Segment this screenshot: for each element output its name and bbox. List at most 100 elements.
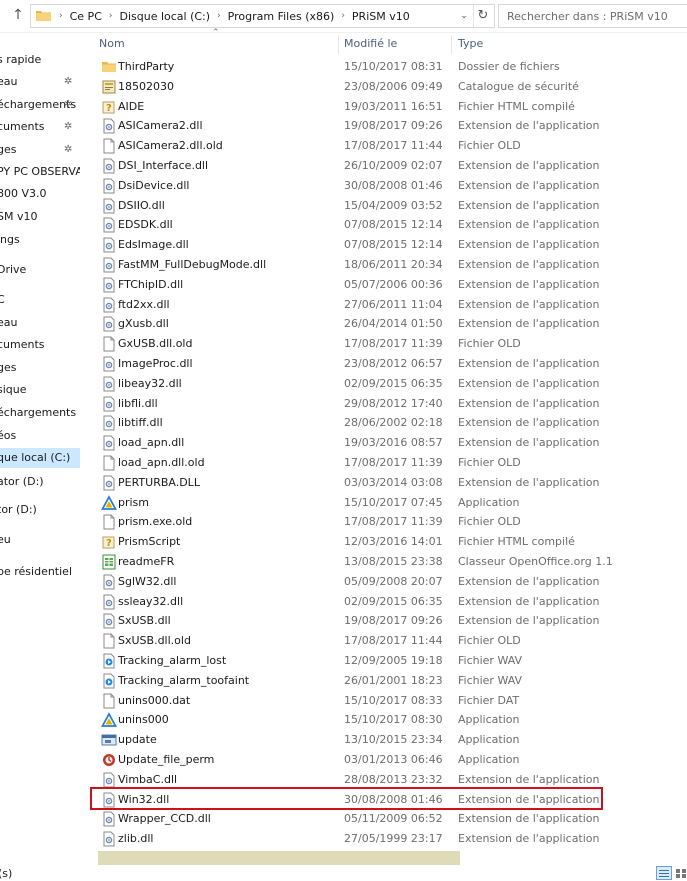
search-box[interactable] [498,4,687,28]
address-bar[interactable]: › Ce PC › Disque local (C:) › Program Files (… [30,4,495,28]
sidebar-item[interactable]: éos [0,426,80,446]
search-input[interactable] [507,8,677,24]
breadcrumb-separator-icon[interactable]: › [213,11,225,21]
sidebar-item[interactable]: Drive [0,260,80,280]
file-row[interactable]: FTChipID.dll 05/07/2006 00:36 Extension de… [90,275,687,295]
file-row[interactable]: SxUSB.dll 19/08/2017 09:26 Extension de l'… [90,611,687,631]
details-view-icon[interactable] [656,866,672,880]
sidebar-item[interactable]: 800 V3.0 [0,184,80,204]
sidebar-item[interactable]: ges [0,358,80,378]
sidebar-item[interactable]: SM v10 [0,207,80,227]
sidebar-item[interactable]: s rapide [0,50,80,70]
file-row[interactable]: DSIIO.dll 15/04/2009 03:52 Extension de l'… [90,196,687,216]
help-file-icon: ? [101,534,117,550]
file-row[interactable]: ASICamera2.dll.old 17/08/2017 11:44 Fichie… [90,136,687,156]
sidebar-item[interactable]: eau [0,313,80,333]
file-row[interactable]: readmeFR 13/08/2015 23:38 Classeur OpenOff… [90,552,687,572]
sidebar-item[interactable]: pe résidentiel [0,562,80,582]
sidebar-item[interactable]: ator (D:) [0,472,80,492]
horizontal-scrollbar[interactable] [98,851,460,865]
chevron-down-icon[interactable]: ⌄ [457,5,471,27]
file-row[interactable]: prism 15/10/2017 07:45 Application [90,493,687,513]
up-arrow-icon[interactable]: ↑ [9,6,27,24]
file-row[interactable]: Tracking_alarm_lost 12/09/2005 19:18 Fichi… [90,651,687,671]
file-row[interactable]: unins000 15/10/2017 08:30 Application [90,710,687,730]
file-name: Tracking_alarm_lost [118,654,227,667]
column-divider[interactable] [338,36,339,54]
sidebar-item[interactable]: eau ✲ [0,72,80,92]
breadcrumb-separator-icon[interactable]: › [337,11,349,21]
file-row[interactable]: ASICamera2.dll 19/08/2017 09:26 Extension … [90,116,687,136]
breadcrumb-item[interactable]: Ce PC [67,10,105,23]
sidebar-item[interactable]: ings [0,230,80,250]
file-row[interactable]: gXusb.dll 26/04/2014 01:50 Extension de l'… [90,314,687,334]
file-row[interactable]: ImageProc.dll 23/08/2012 06:57 Extension d… [90,354,687,374]
file-row[interactable]: FastMM_FullDebugMode.dll 18/06/2011 20:34… [90,255,687,275]
sidebar-item[interactable]: PY PC OBSERVAT [0,162,80,182]
file-row[interactable]: load_apn.dll 19/03/2016 08:57 Extension de… [90,433,687,453]
file-row[interactable]: unins000.dat 15/10/2017 08:33 Fichier DAT [90,691,687,711]
breadcrumb-separator-icon[interactable]: › [105,11,117,21]
file-row[interactable]: Tracking_alarm_toofaint 26/01/2001 18:23 F… [90,671,687,691]
file-row[interactable]: ThirdParty 15/10/2017 08:31 Dossier de fic… [90,57,687,77]
dll-icon [101,198,117,214]
sidebar-item[interactable]: cuments [0,335,80,355]
large-icons-view-icon[interactable] [675,866,687,880]
file-modified-date: 13/08/2015 23:38 [344,555,443,568]
file-row[interactable]: load_apn.dll.old 17/08/2017 11:39 Fichier … [90,453,687,473]
file-row[interactable]: update 13/10/2015 23:34 Application [90,730,687,750]
file-row[interactable]: DsiDevice.dll 30/08/2008 01:46 Extension d… [90,176,687,196]
file-row[interactable]: Update_file_perm 03/01/2013 06:46 Applicat… [90,750,687,770]
breadcrumb-item[interactable]: Program Files (x86) [225,10,338,23]
sidebar-item[interactable]: sique [0,380,80,400]
file-name: prism [118,495,150,509]
file-row[interactable]: EDSDK.dll 07/08/2015 12:14 Extension de l'… [90,215,687,235]
sidebar-item[interactable]: échargements ✲ [0,95,80,115]
file-row[interactable]: SxUSB.dll.old 17/08/2017 11:44 Fichier OLD [90,631,687,651]
file-row[interactable]: Wrapper_CCD.dll 05/11/2009 06:52 Extension… [90,809,687,829]
file-modified-date: 15/10/2017 08:31 [344,60,443,73]
column-type[interactable]: Type [458,32,483,56]
file-row[interactable]: libtiff.dll 28/06/2002 02:18 Extension de … [90,413,687,433]
file-row[interactable]: PERTURBA.DLL 03/03/2014 03:08 Extension de… [90,473,687,493]
file-modified-date: 19/08/2017 09:26 [344,119,443,133]
sidebar-item[interactable]: que local (C:) [0,448,80,468]
file-row[interactable]: libeay32.dll 02/09/2015 06:35 Extension de… [90,374,687,394]
file-type: Extension de l'application [458,475,600,489]
column-divider[interactable] [451,36,452,54]
file-row[interactable]: ? AIDE 19/03/2011 16:51 Fichier HTML compil… [90,97,687,117]
file-row[interactable]: GxUSB.dll.old 17/08/2017 11:39 Fichier OLD [90,334,687,354]
breadcrumb-item[interactable]: Disque local (C:) [116,10,213,23]
column-modified[interactable]: Modifié le [344,32,397,56]
file-row[interactable]: libfli.dll 29/08/2012 17:40 Extension de l… [90,394,687,414]
sidebar-item[interactable]: ges ✲ [0,140,80,160]
sidebar-item[interactable]: C [0,290,80,310]
file-row[interactable]: zlib.dll 27/05/1999 23:17 Extension de l'a… [90,829,687,849]
file-type: Extension de l'application [458,832,600,846]
file-modified-date: 27/05/1999 23:17 [344,832,443,846]
file-name: ImageProc.dll [118,357,193,370]
file-row[interactable]: DSI_Interface.dll 26/10/2009 02:07 Extensi… [90,156,687,176]
file-row[interactable]: EdsImage.dll 07/08/2015 12:14 Extension de… [90,235,687,255]
sidebar-item[interactable]: tor (D:) [0,500,80,520]
file-type: Extension de l'application [458,614,600,628]
sidebar-item[interactable]: cuments ✲ [0,117,80,137]
file-row[interactable]: ? PrismScript 12/03/2016 14:01 Fichier HTML… [90,532,687,552]
breadcrumb-separator-icon[interactable]: › [55,11,67,21]
refresh-icon[interactable]: ↻ [473,5,492,27]
file-modified-date: 05/09/2008 20:07 [344,574,443,588]
file-row[interactable]: ftd2xx.dll 27/06/2011 11:04 Extension de l… [90,295,687,315]
dll-icon [101,415,117,431]
sidebar-item[interactable]: échargements [0,403,80,423]
file-row[interactable]: prism.exe.old 17/08/2017 11:39 Fichier OLD [90,512,687,532]
file-row[interactable]: SglW32.dll 05/09/2008 20:07 Extension de l… [90,572,687,592]
sidebar-item[interactable]: eu [0,530,80,550]
column-name[interactable]: Nom [99,32,125,56]
file-row[interactable]: 18502030 23/08/2006 09:49 Catalogue de séc… [90,77,687,97]
file-type: Extension de l'application [458,812,600,826]
file-row[interactable]: ssleay32.dll 02/09/2015 06:35 Extension de… [90,592,687,612]
file-icon [101,514,117,530]
file-modified-date: 26/01/2001 18:23 [344,673,443,687]
sidebar-item-label: sique [0,383,27,396]
breadcrumb-item[interactable]: PRiSM v10 [349,10,413,23]
